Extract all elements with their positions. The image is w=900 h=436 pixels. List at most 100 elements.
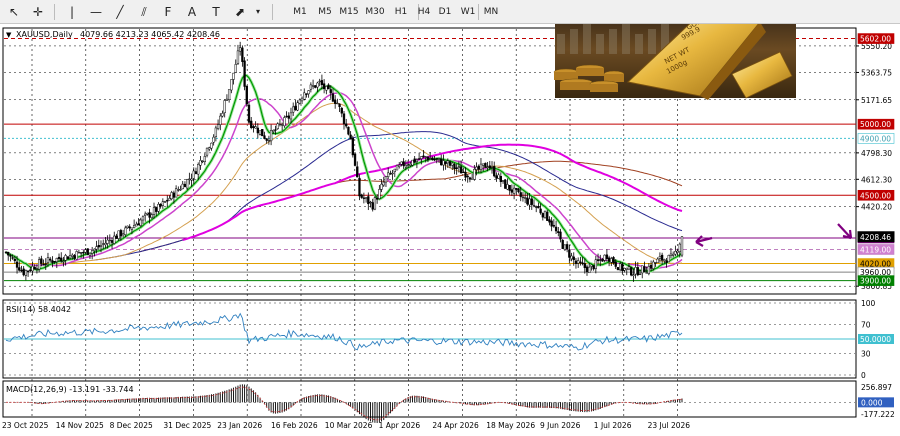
candle-body bbox=[303, 92, 306, 100]
timeframe-m15[interactable]: M15 bbox=[337, 2, 361, 22]
candle-body bbox=[406, 164, 410, 166]
candle-body bbox=[121, 233, 125, 236]
candle-body bbox=[512, 187, 516, 194]
timeframe-m5[interactable]: M5 bbox=[313, 2, 337, 22]
fibonacci-icon[interactable]: F bbox=[158, 2, 178, 22]
candle-body bbox=[305, 93, 308, 95]
candle-body bbox=[554, 226, 558, 232]
candle-body bbox=[378, 189, 381, 199]
candle-body bbox=[241, 47, 244, 62]
timeframe-h1[interactable]: H1 bbox=[389, 2, 413, 22]
candle-body bbox=[345, 123, 348, 127]
city-building bbox=[635, 34, 643, 54]
text-icon[interactable]: A bbox=[182, 2, 202, 22]
chart-header-marker-icon: ▼ bbox=[6, 31, 12, 39]
candle-body bbox=[380, 183, 383, 190]
candle-body bbox=[342, 113, 346, 125]
city-building bbox=[622, 24, 630, 54]
candle-body bbox=[66, 256, 70, 260]
candle-body bbox=[307, 90, 310, 95]
timeframe-mn[interactable]: MN bbox=[479, 2, 503, 22]
timeframe-d1[interactable]: D1 bbox=[433, 2, 457, 22]
level-price-label: 5602.00 bbox=[860, 35, 891, 44]
level-price-label: 4119.00 bbox=[860, 245, 891, 254]
candle-body bbox=[128, 226, 131, 229]
candle-body bbox=[157, 203, 160, 212]
dropdown-arrow-icon[interactable]: ▾ bbox=[252, 2, 264, 22]
date-label: 16 Feb 2026 bbox=[271, 421, 318, 430]
candle-body bbox=[440, 158, 443, 166]
candle-body bbox=[627, 266, 631, 270]
candle-body bbox=[543, 210, 547, 219]
candle-body bbox=[216, 124, 220, 129]
horizontal-line-icon[interactable]: — bbox=[86, 2, 106, 22]
candle-body bbox=[572, 256, 575, 261]
crosshair-icon[interactable]: ✛ bbox=[28, 2, 48, 22]
candle-body bbox=[300, 97, 304, 102]
candle-body bbox=[57, 256, 61, 260]
candle-body bbox=[35, 268, 39, 270]
timeframe-m30[interactable]: M30 bbox=[363, 2, 387, 22]
price-tick-label: 4612.30 bbox=[861, 175, 892, 184]
macd-tick-label: 0.000 bbox=[861, 398, 883, 407]
candle-body bbox=[172, 192, 176, 198]
candle-body bbox=[148, 212, 151, 218]
candle-body bbox=[647, 266, 651, 274]
candle-body bbox=[24, 270, 28, 276]
candle-body bbox=[203, 156, 206, 162]
arrow-shapes-icon[interactable]: ⬈ bbox=[230, 2, 250, 22]
candle-body bbox=[62, 261, 65, 263]
candle-body bbox=[429, 157, 432, 160]
candle-body bbox=[166, 199, 169, 202]
candle-body bbox=[272, 130, 275, 132]
candle-body bbox=[9, 255, 12, 257]
candle-body bbox=[320, 80, 324, 86]
candle-body bbox=[254, 126, 257, 129]
candle-body bbox=[495, 175, 498, 179]
trendline-icon[interactable]: ╱ bbox=[110, 2, 130, 22]
candle-body bbox=[285, 115, 288, 118]
candle-body bbox=[621, 263, 624, 271]
candle-body bbox=[548, 219, 551, 223]
price-tick-label: 4798.30 bbox=[861, 149, 892, 158]
candle-body bbox=[398, 164, 401, 167]
candle-body bbox=[252, 126, 255, 129]
candle-body bbox=[331, 93, 335, 102]
candle-body bbox=[135, 223, 138, 227]
candle-body bbox=[174, 188, 178, 198]
candle-body bbox=[296, 102, 299, 111]
timeframe-m1[interactable]: M1 bbox=[288, 2, 312, 22]
chart-header-symbol: XAUUSD,Daily bbox=[16, 30, 73, 39]
candle-body bbox=[521, 196, 525, 199]
candle-body bbox=[274, 129, 277, 131]
level-price-label: 4500.00 bbox=[860, 191, 891, 200]
candle-body bbox=[417, 158, 421, 160]
candle-body bbox=[338, 103, 341, 108]
candle-body bbox=[528, 198, 531, 206]
candle-body bbox=[298, 99, 301, 104]
candle-body bbox=[208, 147, 211, 150]
rsi-tick-label: 0 bbox=[861, 371, 866, 380]
candle-body bbox=[219, 115, 222, 125]
candle-body bbox=[535, 206, 538, 208]
candle-body bbox=[181, 183, 184, 190]
channel-icon[interactable]: ⫽ bbox=[134, 2, 154, 22]
candle-body bbox=[183, 183, 187, 188]
candle-body bbox=[289, 112, 293, 120]
timeframe-w1[interactable]: W1 bbox=[456, 2, 480, 22]
candle-body bbox=[678, 243, 681, 252]
candle-body bbox=[150, 214, 153, 219]
candle-body bbox=[31, 266, 34, 272]
cursor-icon[interactable]: ↖ bbox=[4, 2, 24, 22]
candle-body bbox=[179, 188, 182, 191]
candle-body bbox=[607, 257, 611, 262]
candle-body bbox=[232, 72, 235, 80]
candle-body bbox=[194, 171, 198, 175]
candle-body bbox=[280, 124, 284, 126]
candle-body bbox=[186, 179, 189, 189]
vertical-line-icon[interactable]: | bbox=[62, 2, 82, 22]
candle-body bbox=[437, 158, 441, 160]
date-label: 9 Jun 2026 bbox=[540, 421, 581, 430]
label-icon[interactable]: T bbox=[206, 2, 226, 22]
candle-body bbox=[464, 171, 467, 178]
